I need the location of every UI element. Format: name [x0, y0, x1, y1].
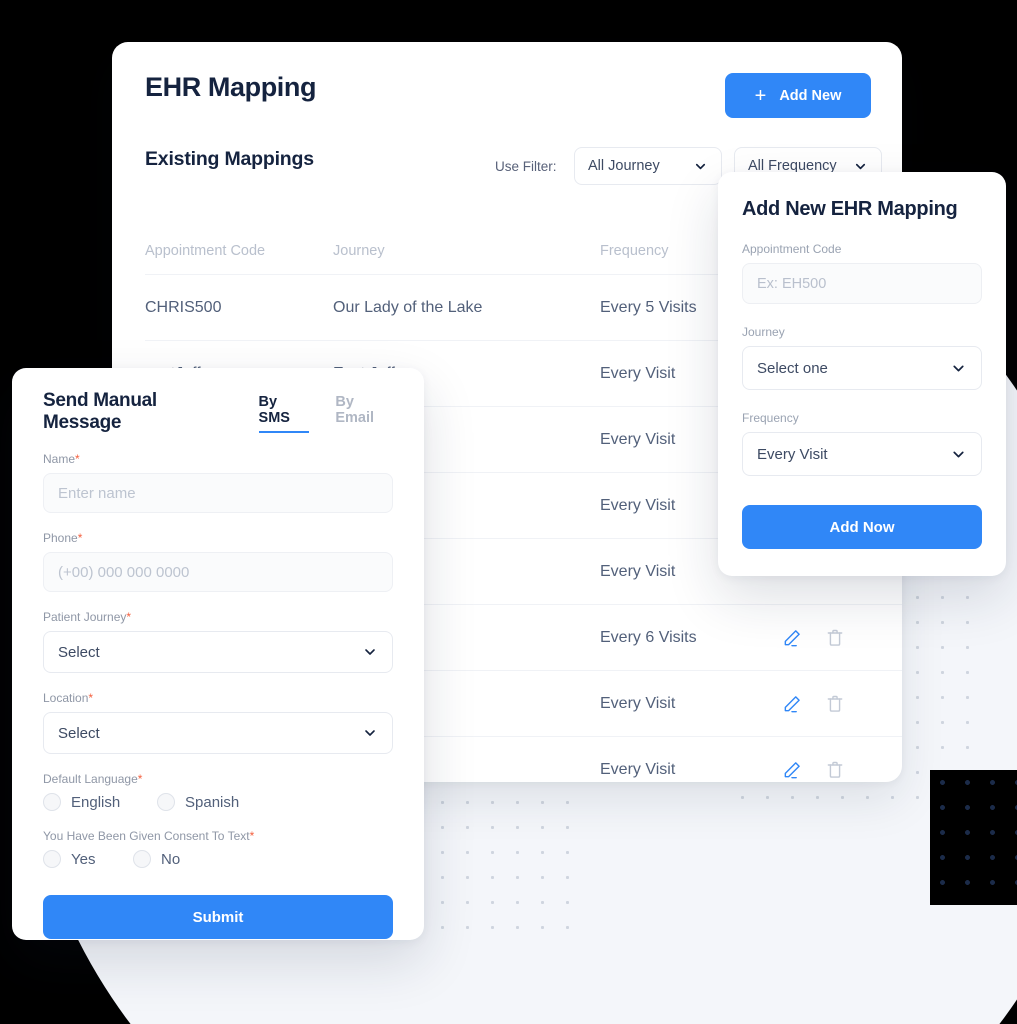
cell-frequency: Every Visit [600, 694, 676, 712]
consent-label: You Have Been Given Consent To Text* [43, 829, 393, 843]
radio-label-english: English [71, 793, 121, 811]
radio-circle-icon [133, 850, 151, 868]
phone-field: Phone* [43, 531, 393, 592]
add-new-button[interactable]: + Add New [725, 73, 871, 118]
radio-option-english[interactable]: English [43, 793, 157, 811]
trash-icon[interactable] [825, 760, 845, 780]
location-value: Select [58, 724, 100, 742]
frequency-label: Frequency [742, 411, 799, 425]
radio-circle-icon [43, 850, 61, 868]
patient-journey-value: Select [58, 643, 100, 661]
column-header-appointment-code: Appointment Code [145, 242, 266, 259]
chevron-down-icon [950, 446, 967, 463]
trash-icon[interactable] [825, 628, 845, 648]
consent-field: You Have Been Given Consent To Text* Yes… [43, 829, 393, 868]
add-mapping-title: Add New EHR Mapping [742, 198, 958, 220]
radio-option-spanish[interactable]: Spanish [157, 793, 239, 811]
trash-icon[interactable] [825, 694, 845, 714]
required-marker: * [77, 531, 83, 545]
patient-journey-label-text: Patient Journey [43, 610, 127, 624]
location-field: Location* Select [43, 691, 393, 754]
add-now-button[interactable]: Add Now [742, 505, 982, 549]
language-radio-group: English Spanish [43, 793, 393, 811]
filter-journey-value: All Journey [588, 158, 660, 174]
frequency-field: Frequency Every Visit [742, 411, 982, 476]
use-filter-label: Use Filter: [495, 159, 557, 174]
message-channel-tabs: By SMS By Email [258, 394, 393, 434]
manual-message-title: Send Manual Message [43, 390, 157, 433]
default-language-label-text: Default Language [43, 772, 138, 786]
required-marker: * [126, 610, 132, 624]
phone-label-text: Phone [43, 531, 78, 545]
cell-appointment-code: CHRIS500 [145, 298, 222, 316]
phone-label: Phone* [43, 531, 393, 545]
default-language-field: Default Language* English Spanish [43, 772, 393, 811]
patient-journey-select[interactable]: Select [43, 631, 393, 673]
name-field: Name* [43, 452, 393, 513]
pencil-icon[interactable] [782, 694, 802, 714]
submit-button[interactable]: Submit [43, 895, 393, 939]
name-input[interactable] [43, 473, 393, 513]
add-new-label: Add New [779, 87, 842, 104]
appointment-code-field: Appointment Code [742, 242, 982, 304]
cell-frequency: Every 6 Visits [600, 628, 697, 646]
filter-journey-select[interactable]: All Journey [574, 147, 722, 185]
manual-message-header: Send Manual Message By SMS By Email [43, 390, 393, 434]
consent-radio-group: Yes No [43, 850, 393, 868]
radio-label-yes: Yes [71, 850, 96, 868]
page-title: EHR Mapping [145, 72, 317, 102]
required-marker: * [75, 452, 80, 466]
chevron-down-icon [693, 159, 708, 174]
chevron-down-icon [362, 725, 378, 741]
column-header-journey: Journey [333, 242, 385, 259]
consent-label-text: You Have Been Given Consent To Text [43, 829, 250, 843]
phone-input[interactable] [43, 552, 393, 592]
frequency-select-value: Every Visit [757, 445, 828, 463]
patient-journey-field: Patient Journey* Select [43, 610, 393, 673]
required-marker: * [88, 691, 94, 705]
tab-by-sms[interactable]: By SMS [258, 394, 310, 433]
screenshot-root: EHR Mapping + Add New Existing Mappings … [0, 0, 1017, 1024]
required-marker: * [137, 772, 143, 786]
radio-circle-icon [157, 793, 175, 811]
radio-label-no: No [161, 850, 181, 868]
journey-field: Journey Select one [742, 325, 982, 390]
journey-select[interactable]: Select one [742, 346, 982, 390]
default-language-label: Default Language* [43, 772, 393, 786]
appointment-code-input[interactable] [742, 263, 982, 304]
chevron-down-icon [362, 644, 378, 660]
required-marker: * [249, 829, 255, 843]
journey-select-value: Select one [757, 359, 828, 377]
frequency-select[interactable]: Every Visit [742, 432, 982, 476]
cell-journey: Our Lady of the Lake [333, 298, 483, 316]
plus-icon: + [754, 84, 767, 107]
add-new-ehr-mapping-panel: Add New EHR Mapping Appointment Code Jou… [718, 172, 1006, 576]
pencil-icon[interactable] [782, 628, 802, 648]
radio-option-no[interactable]: No [133, 850, 180, 868]
radio-label-spanish: Spanish [185, 793, 240, 811]
square-dot-pattern [930, 770, 1017, 905]
pencil-icon[interactable] [782, 760, 802, 780]
name-label: Name* [43, 452, 393, 466]
location-label-text: Location [43, 691, 89, 705]
send-manual-message-panel: Send Manual Message By SMS By Email Name… [12, 368, 424, 940]
chevron-down-icon [950, 360, 967, 377]
patient-journey-label: Patient Journey* [43, 610, 393, 624]
name-label-text: Name [43, 452, 76, 466]
location-select[interactable]: Select [43, 712, 393, 754]
radio-circle-icon [43, 793, 61, 811]
existing-mappings-title: Existing Mappings [145, 148, 314, 170]
appointment-code-label: Appointment Code [742, 242, 842, 256]
journey-label: Journey [742, 325, 785, 339]
radio-option-yes[interactable]: Yes [43, 850, 133, 868]
location-label: Location* [43, 691, 393, 705]
cell-frequency: Every Visit [600, 760, 676, 778]
tab-by-email[interactable]: By Email [335, 394, 393, 433]
